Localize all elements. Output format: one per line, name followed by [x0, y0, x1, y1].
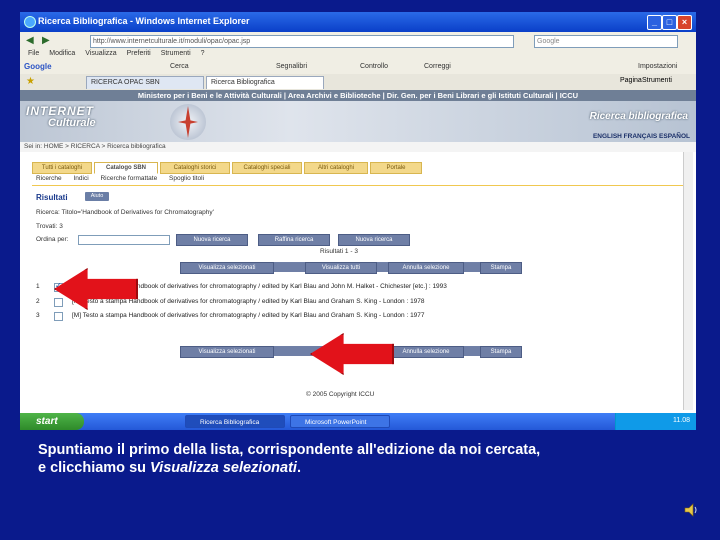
google-toolbar: Google Cerca Segnalibri Controllo Correg…	[20, 60, 696, 75]
site-logo-line1[interactable]: INTERNET	[26, 104, 94, 118]
favorites-star-icon[interactable]: ★	[26, 76, 35, 87]
page-menu[interactable]: Pagina	[620, 77, 642, 84]
url-input[interactable]: http://www.internetculturale.it/moduli/o…	[90, 35, 514, 48]
menu-tools[interactable]: Strumenti	[161, 50, 191, 57]
help-badge[interactable]: Aiuto	[85, 192, 109, 201]
breadcrumb-text[interactable]: Sei in: HOME > RICERCA > Ricerca bibliog…	[24, 143, 166, 150]
menu-edit[interactable]: Modifica	[49, 50, 75, 57]
caption-line-2-italic: Visualizza selezionati	[150, 460, 297, 476]
menu-favorites[interactable]: Preferiti	[127, 50, 151, 57]
subtab-ricerche-formattate[interactable]: Ricerche formattate	[100, 175, 157, 182]
menu-bar: File Modifica Visualizza Preferiti Strum…	[20, 50, 696, 60]
search-input[interactable]: Google	[534, 35, 678, 48]
google-settings-button[interactable]: Impostazioni	[638, 63, 677, 70]
tab-catalogo-sbn[interactable]: Catalogo SBN	[94, 162, 158, 174]
system-tray: 11.08	[615, 413, 696, 430]
tab-cataloghi-storici[interactable]: Cataloghi storici	[160, 162, 230, 174]
tab-cataloghi-speciali[interactable]: Cataloghi speciali	[232, 162, 302, 174]
google-logo: Google	[24, 62, 52, 71]
tab-altri-cataloghi[interactable]: Altri cataloghi	[304, 162, 368, 174]
address-bar: ◀ ▶ http://www.internetculturale.it/modu…	[20, 32, 696, 51]
compass-rose-icon	[170, 104, 206, 140]
result-checkbox-3[interactable]	[54, 312, 63, 321]
ie-tab-ricerca[interactable]: Ricerca Bibliografica	[206, 76, 324, 89]
ie-title-bar: Ricerca Bibliografica - Windows Internet…	[20, 12, 696, 32]
site-logo-line2[interactable]: Culturale	[48, 117, 96, 129]
result-checkbox-2[interactable]	[54, 298, 63, 307]
print-button-bottom[interactable]: Stampa	[480, 346, 522, 358]
new-search-button[interactable]: Nuova ricerca	[176, 234, 248, 246]
window-title: Ricerca Bibliografica - Windows Internet…	[38, 16, 250, 26]
ministry-bar: Ministero per i Beni e le Attività Cultu…	[20, 90, 696, 101]
caption-line-2-prefix: e clicchiamo su	[38, 460, 151, 476]
start-button[interactable]: start	[20, 413, 84, 430]
clock: 11.08	[673, 417, 690, 424]
caption-line-1: Spuntiamo il primo della lista, corrispo…	[38, 442, 541, 458]
speaker-icon[interactable]	[683, 502, 699, 518]
row-number: 1	[36, 283, 40, 290]
section-title: Ricerca bibliografica	[589, 111, 688, 122]
minimize-button[interactable]: _	[647, 15, 662, 30]
view-all-button[interactable]: Visualizza tutti	[305, 262, 377, 274]
close-button[interactable]: ×	[677, 15, 692, 30]
caption-line-2-suffix: .	[296, 460, 301, 476]
view-selected-button-bottom[interactable]: Visualizza selezionati	[180, 346, 274, 358]
print-button[interactable]: Stampa	[480, 262, 522, 274]
screenshot-window: Ricerca Bibliografica - Windows Internet…	[20, 12, 696, 430]
forward-icon[interactable]: ▶	[42, 35, 50, 46]
sub-tabs: Ricerche Indici Ricerche formattate Spog…	[36, 175, 214, 182]
slide-caption: Spuntiamo il primo della lista, corrispo…	[38, 441, 698, 477]
ie-tabs-bar: ★ RICERCA OPAC SBN Ricerca Bibliografica…	[20, 74, 696, 91]
language-links[interactable]: ENGLISH FRANÇAIS ESPAÑOL	[593, 133, 690, 140]
refine-search-button[interactable]: Raffina ricerca	[258, 234, 330, 246]
red-arrow-icon	[310, 333, 394, 375]
scrollbar[interactable]	[683, 152, 693, 410]
site-header: Ministero per i Beni e le Attività Cultu…	[20, 90, 696, 142]
row-number: 3	[36, 312, 40, 319]
order-select[interactable]	[78, 235, 170, 245]
google-check-button[interactable]: Controllo	[360, 63, 388, 70]
query-text: Ricerca: Titolo='Handbook of Derivatives…	[36, 209, 214, 216]
taskbar-item-powerpoint[interactable]: Microsoft PowerPoint	[290, 415, 390, 428]
cancel-selection-button[interactable]: Annulla selezione	[388, 262, 464, 274]
tab-portale[interactable]: Portale	[370, 162, 422, 174]
menu-view[interactable]: Visualizza	[85, 50, 116, 57]
results-heading: Risultati	[36, 193, 68, 202]
google-search-button[interactable]: Cerca	[170, 63, 189, 70]
taskbar-item-ie[interactable]: Ricerca Bibliografica	[185, 415, 285, 428]
subtab-ricerche[interactable]: Ricerche	[36, 175, 62, 182]
tools-menu[interactable]: Strumenti	[642, 77, 672, 84]
cancel-selection-button-bottom[interactable]: Annulla selezione	[388, 346, 464, 358]
menu-help[interactable]: ?	[201, 50, 205, 57]
row-number: 2	[36, 298, 40, 305]
view-selected-button[interactable]: Visualizza selezionati	[180, 262, 274, 274]
new-search-button-2[interactable]: Nuova ricerca	[338, 234, 410, 246]
ie-tab-opac[interactable]: RICERCA OPAC SBN	[86, 76, 204, 89]
result-row-3[interactable]: [M] Testo a stampa Handbook of derivativ…	[72, 312, 425, 319]
ie-logo-icon	[24, 16, 36, 28]
results-range: Risultati 1 - 3	[320, 248, 358, 255]
copyright: © 2005 Copyright ICCU	[306, 391, 375, 398]
google-correct-button[interactable]: Correggi	[424, 63, 451, 70]
menu-file[interactable]: File	[28, 50, 39, 57]
found-count: Trovati: 3	[36, 223, 63, 230]
subtab-indici[interactable]: Indici	[73, 175, 88, 182]
caption-line-2: e clicchiamo su Visualizza selezionati.	[38, 459, 698, 477]
windows-taskbar: start Ricerca Bibliografica Microsoft Po…	[20, 413, 696, 430]
tab-tutti-cataloghi[interactable]: Tutti i cataloghi	[32, 162, 92, 174]
maximize-button[interactable]: □	[662, 15, 677, 30]
order-label: Ordina per:	[36, 236, 69, 243]
divider	[32, 185, 692, 186]
back-icon[interactable]: ◀	[26, 35, 34, 46]
breadcrumb: Sei in: HOME > RICERCA > Ricerca bibliog…	[20, 142, 696, 152]
google-bookmarks-button[interactable]: Segnalibri	[276, 63, 307, 70]
subtab-spoglio[interactable]: Spoglio titoli	[169, 175, 204, 182]
